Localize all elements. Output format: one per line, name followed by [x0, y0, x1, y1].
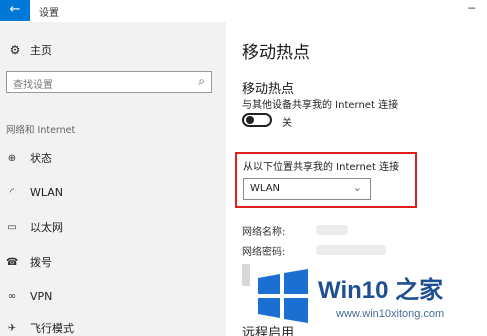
chevron-down-icon: ⌄	[352, 181, 362, 194]
watermark: Win10 之家 www.win10xitong.com	[254, 266, 484, 328]
sidebar-item-label: VPN	[30, 289, 53, 303]
section-title: 移动热点	[242, 82, 295, 97]
minimize-button[interactable]: ─	[468, 2, 475, 15]
gear-icon: ⚙	[9, 43, 21, 57]
vpn-icon: ∞	[7, 290, 17, 302]
sidebar-item-label: 以太网	[30, 221, 63, 234]
home-label: 主页	[30, 44, 52, 57]
page-title: 移动热点	[242, 43, 310, 63]
search-icon: ⌕	[198, 74, 205, 88]
airplane-icon: ✈	[7, 322, 17, 334]
watermark-url: www.win10xitong.com	[336, 308, 445, 320]
share-from-highlight: 从以下位置共享我的 Internet 连接 WLAN ⌄	[235, 152, 417, 208]
section-label: 网络和 Internet	[6, 125, 76, 136]
section-description: 与其他设备共享我的 Internet 连接	[242, 100, 399, 111]
sidebar-item-wlan[interactable]: ◜ WLAN	[6, 183, 63, 201]
network-password-label: 网络密码:	[242, 247, 286, 258]
toggle-knob	[246, 116, 254, 124]
globe-icon: ⊕	[7, 152, 17, 164]
network-name-label: 网络名称:	[242, 227, 286, 238]
sidebar-item-label: 飞行模式	[30, 322, 74, 335]
dial-up-icon: ☎	[6, 256, 19, 268]
sidebar-item-status[interactable]: ⊕ 状态	[6, 149, 52, 167]
sidebar-item-label: WLAN	[30, 185, 64, 199]
network-name-value-redacted	[316, 225, 348, 235]
ethernet-icon: ▭	[7, 221, 17, 233]
share-from-label: 从以下位置共享我的 Internet 连接	[243, 162, 400, 173]
arrow-left-icon: ←	[9, 2, 21, 17]
sidebar-item-dialup[interactable]: ☎ 拨号	[6, 253, 52, 271]
watermark-title: Win10 之家	[318, 277, 444, 304]
edit-button-partial[interactable]	[242, 264, 250, 286]
hotspot-toggle[interactable]	[242, 113, 272, 127]
sidebar-item-label: 拨号	[30, 256, 52, 269]
title-bar: ← 设置 ─	[0, 0, 487, 22]
dropdown-value: WLAN	[250, 183, 281, 194]
back-button[interactable]: ←	[0, 0, 30, 21]
wifi-icon: ◜	[10, 186, 14, 198]
network-password-value-redacted	[316, 245, 386, 255]
share-from-dropdown[interactable]: WLAN ⌄	[243, 178, 371, 200]
sidebar-item-home[interactable]: ⚙ 主页	[8, 42, 52, 58]
search-placeholder: 查找设置	[13, 80, 53, 91]
sidebar: ⚙ 主页 查找设置 ⌕ 网络和 Internet ⊕ 状态 ◜ WLAN ▭ 以…	[0, 22, 226, 336]
search-input[interactable]: 查找设置 ⌕	[6, 71, 212, 93]
toggle-state-label: 关	[282, 118, 292, 129]
sidebar-item-vpn[interactable]: ∞ VPN	[6, 287, 53, 305]
sidebar-item-airplane[interactable]: ✈ 飞行模式	[6, 319, 74, 336]
window-title: 设置	[39, 8, 59, 19]
sidebar-item-ethernet[interactable]: ▭ 以太网	[6, 218, 63, 236]
sidebar-item-label: 状态	[30, 152, 52, 165]
windows-logo-icon	[258, 269, 308, 323]
